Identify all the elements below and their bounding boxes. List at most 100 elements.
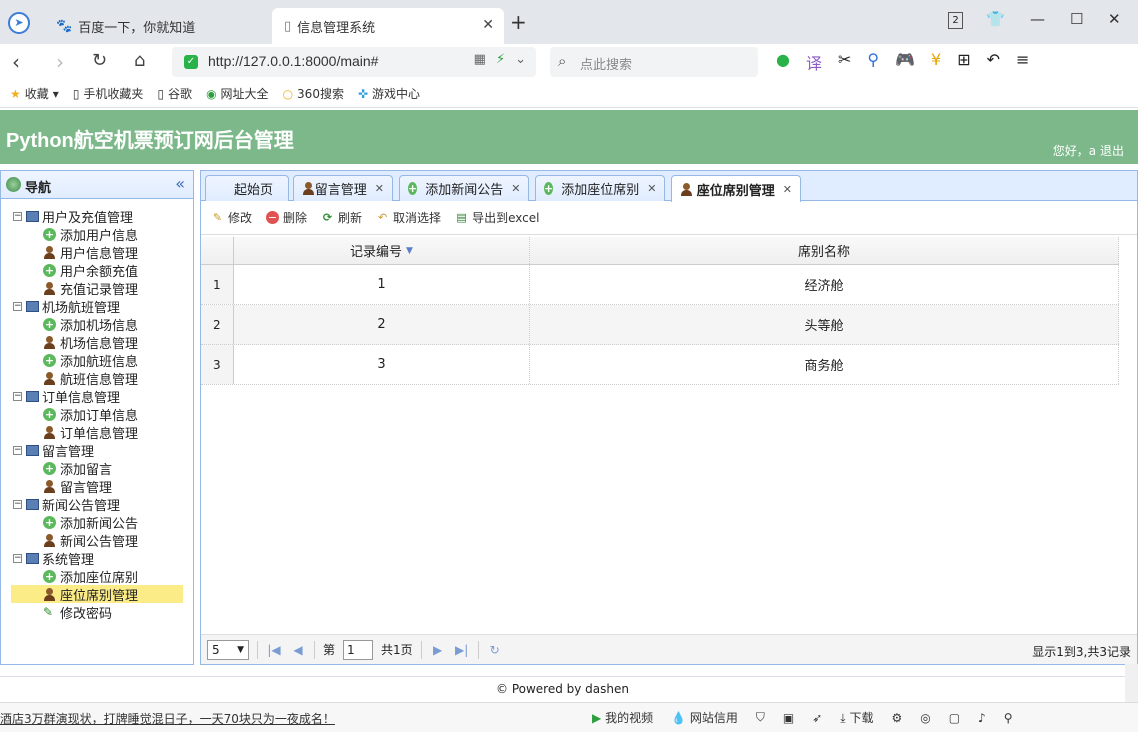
export-excel-button[interactable]: ▤ 导出到excel — [455, 209, 539, 226]
nav-item-add-message[interactable]: + 添加留言 — [1, 459, 193, 478]
globe-icon[interactable]: ◎ — [920, 711, 930, 725]
apps-grid-icon[interactable]: ⊞ — [957, 50, 970, 74]
edit-button[interactable]: ✎ 修改 — [211, 209, 252, 226]
news-ticker-link[interactable]: 酒店3万群演现状，打牌睡觉混日子，一天70块只为一夜成名！ — [0, 710, 335, 727]
close-window-button[interactable]: ✕ — [1108, 10, 1121, 28]
download-button[interactable]: ⤓ 下载 — [840, 709, 873, 726]
volume-icon[interactable]: ♪ — [978, 711, 986, 725]
first-page-icon[interactable]: |◀ — [266, 643, 282, 657]
bookmark-games[interactable]: ✜ 游戏中心 — [358, 85, 420, 102]
video-extension-icon[interactable]: ● — [776, 50, 790, 74]
nav-group-news[interactable]: − 新闻公告管理 — [1, 495, 193, 514]
nav-item-flight-manage[interactable]: 航班信息管理 — [1, 369, 193, 388]
magnifier-icon[interactable]: ⚲ — [867, 50, 879, 74]
maximize-button[interactable]: ☐ — [1070, 10, 1083, 28]
collapse-toggle-icon[interactable]: − — [13, 499, 22, 509]
site-credit-button[interactable]: 💧 网站信用 — [671, 709, 738, 726]
bookmark-google[interactable]: ▯ 谷歌 — [157, 85, 192, 102]
table-row[interactable]: 3 3 商务舱 — [201, 345, 1119, 385]
rocket-icon[interactable]: ➶ — [812, 711, 822, 725]
nav-item-message-manage[interactable]: 留言管理 — [1, 477, 193, 496]
nav-group-messages[interactable]: − 留言管理 — [1, 441, 193, 460]
nav-item-seat-class-manage[interactable]: 座位席别管理 — [11, 585, 183, 604]
nav-item-add-airport[interactable]: + 添加机场信息 — [1, 315, 193, 334]
bookmark-360[interactable]: ○ 360搜索 — [283, 85, 344, 102]
tab-seat-class-manage[interactable]: 座位席别管理 ✕ — [671, 175, 801, 202]
reload-icon[interactable]: ↻ — [487, 643, 503, 657]
close-tab-icon[interactable]: ✕ — [482, 17, 494, 33]
table-row[interactable]: 1 1 经济舱 — [201, 265, 1119, 305]
collapse-toggle-icon[interactable]: − — [13, 301, 22, 311]
nav-group-airport-flight[interactable]: − 机场航班管理 — [1, 297, 193, 316]
nav-item-add-flight[interactable]: + 添加航班信息 — [1, 351, 193, 370]
minimize-button[interactable]: — — [1030, 10, 1045, 28]
tab-count-badge[interactable]: 2 — [948, 12, 963, 29]
shield-status-icon[interactable]: ⛉ — [756, 710, 765, 725]
close-tab-icon[interactable]: ✕ — [783, 183, 792, 196]
qr-icon[interactable]: ▦ — [474, 52, 486, 67]
gamepad-icon[interactable]: 🎮 — [895, 50, 915, 74]
refresh-button[interactable]: ⟳ 刷新 — [321, 209, 362, 226]
prev-page-icon[interactable]: ◀ — [290, 643, 306, 657]
tab-add-seat-class[interactable]: + 添加座位席别 ✕ — [535, 175, 665, 201]
window-icon[interactable]: ▢ — [949, 711, 960, 725]
nav-item-add-seat-class[interactable]: + 添加座位席别 — [1, 567, 193, 586]
page-number-input[interactable]: 1 — [343, 639, 374, 660]
close-tab-icon[interactable]: ✕ — [647, 182, 656, 195]
nav-item-add-news[interactable]: + 添加新闻公告 — [1, 513, 193, 532]
collapse-toggle-icon[interactable]: − — [13, 391, 22, 401]
new-tab-button[interactable]: + — [510, 10, 527, 34]
url-field[interactable]: ✓ http://127.0.0.1:8000/main# ▦ ⚡ ⌄ — [172, 47, 536, 77]
nav-item-change-password[interactable]: ✎ 修改密码 — [1, 603, 193, 622]
vertical-scrollbar[interactable] — [1125, 664, 1138, 704]
menu-icon[interactable]: ≡ — [1016, 50, 1029, 74]
collapse-toggle-icon[interactable]: − — [13, 553, 22, 563]
nav-item-add-order[interactable]: + 添加订单信息 — [1, 405, 193, 424]
chevron-down-icon[interactable]: ⌄ — [515, 52, 526, 67]
translate-icon[interactable]: 译 — [806, 50, 822, 74]
shirt-icon[interactable]: 👕 — [986, 10, 1005, 28]
forward-button[interactable]: › — [56, 50, 64, 74]
nav-item-news-manage[interactable]: 新闻公告管理 — [1, 531, 193, 550]
bookmark-sites[interactable]: ◉ 网址大全 — [206, 85, 269, 102]
nav-item-airport-manage[interactable]: 机场信息管理 — [1, 333, 193, 352]
nav-item-recharge-records[interactable]: 充值记录管理 — [1, 279, 193, 298]
column-header-name[interactable]: 席别名称 — [530, 237, 1119, 264]
table-row[interactable]: 2 2 头等舱 — [201, 305, 1119, 345]
tab-add-news[interactable]: + 添加新闻公告 ✕ — [399, 175, 529, 201]
search-input[interactable]: ⌕ 点此搜索 — [550, 47, 758, 77]
browser-logo-icon[interactable]: ➤ — [8, 12, 30, 34]
logout-link[interactable]: 退出 — [1100, 144, 1124, 158]
reload-button[interactable]: ↻ — [92, 50, 107, 71]
nav-group-users[interactable]: − 用户及充值管理 — [1, 207, 193, 226]
collapse-icon[interactable]: « — [175, 174, 185, 193]
tab-message-manage[interactable]: 留言管理 ✕ — [293, 175, 393, 201]
tab-home[interactable]: 起始页 — [205, 175, 289, 201]
my-videos-button[interactable]: ▶ 我的视频 — [592, 709, 653, 726]
image-icon[interactable]: ▣ — [783, 711, 794, 725]
undo-icon[interactable]: ↶ — [987, 50, 1000, 74]
collapse-toggle-icon[interactable]: − — [13, 445, 22, 455]
nav-item-recharge[interactable]: + 用户余额充值 — [1, 261, 193, 280]
page-size-select[interactable]: 5 ▼ — [207, 639, 249, 660]
collapse-toggle-icon[interactable]: − — [13, 211, 22, 221]
nav-item-order-manage[interactable]: 订单信息管理 — [1, 423, 193, 442]
coupon-icon[interactable]: ¥ — [931, 50, 941, 74]
unselect-button[interactable]: ↶ 取消选择 — [376, 209, 441, 226]
settings-icon[interactable]: ⚙ — [891, 711, 902, 725]
back-button[interactable]: ‹ — [12, 50, 20, 74]
lightning-icon[interactable]: ⚡ — [496, 52, 505, 67]
nav-group-system[interactable]: − 系统管理 — [1, 549, 193, 568]
last-page-icon[interactable]: ▶| — [454, 643, 470, 657]
bookmark-favorites[interactable]: ★ 收藏 ▾ — [10, 85, 59, 102]
zoom-icon[interactable]: ⚲ — [1004, 711, 1013, 725]
column-header-id[interactable]: 记录编号 ▼ — [234, 237, 530, 264]
home-button[interactable]: ⌂ — [134, 50, 145, 71]
nav-item-add-user[interactable]: + 添加用户信息 — [1, 225, 193, 244]
scissors-icon[interactable]: ✂ — [838, 50, 851, 74]
nav-group-orders[interactable]: − 订单信息管理 — [1, 387, 193, 406]
close-tab-icon[interactable]: ✕ — [511, 182, 520, 195]
bookmark-mobile[interactable]: ▯ 手机收藏夹 — [73, 85, 144, 102]
nav-item-user-manage[interactable]: 用户信息管理 — [1, 243, 193, 262]
close-tab-icon[interactable]: ✕ — [375, 182, 384, 195]
